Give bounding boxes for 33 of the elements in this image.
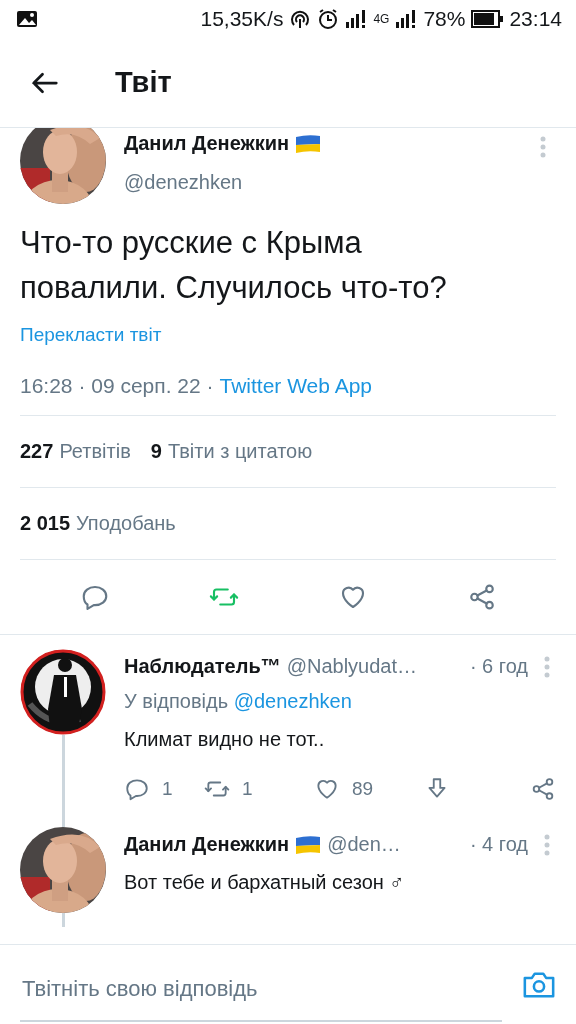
reply-time: · 6 год xyxy=(469,655,528,678)
author-handle: @den… xyxy=(327,833,402,856)
alarm-icon xyxy=(317,8,340,30)
network-type: 4G xyxy=(373,12,390,26)
reply-icon[interactable] xyxy=(124,776,150,802)
reply-text: Вот тебе и бархатный сезон ♂ xyxy=(124,870,406,894)
network-speed: 15,35K/s xyxy=(200,7,284,31)
author-name[interactable]: Данил Денежкин xyxy=(124,833,290,856)
tweet-timestamp: 16:28 · 09 серп. 22 · xyxy=(20,374,214,398)
battery-level: 78% xyxy=(423,7,466,31)
author-name[interactable]: Наблюдатель™ xyxy=(124,655,281,678)
signal-icon xyxy=(345,8,368,30)
author-handle: @denezhken xyxy=(124,171,244,194)
reply-input[interactable]: Твітніть свою відповідь xyxy=(20,957,502,1022)
tweet-text: Что-то русские с Крыма повалили. Случилось что-то? xyxy=(20,224,448,307)
stat-count[interactable]: 9 Твіти з цитатою xyxy=(150,440,313,463)
likes-count[interactable]: 2 015 Уподобань xyxy=(20,512,176,535)
share-icon[interactable] xyxy=(530,776,556,802)
reply-time: · 4 год xyxy=(469,833,528,856)
stat-count[interactable]: 227 Ретвітів xyxy=(20,440,131,463)
author-handle: @Nablyudat… xyxy=(286,655,419,678)
reply-text: Климат видно не тот.. xyxy=(124,727,326,751)
battery-icon xyxy=(471,10,504,28)
author-name[interactable]: Данил Денежкин xyxy=(124,132,290,155)
retweet-count: 1 xyxy=(242,778,253,800)
like-count: 89 xyxy=(352,778,374,800)
page-title: Твіт xyxy=(115,66,172,99)
image-icon xyxy=(16,8,38,30)
clock: 23:14 xyxy=(509,7,562,31)
reply-to-text: У відповідь @denezhken xyxy=(124,690,353,713)
hotspot-icon xyxy=(289,8,312,30)
reply-count: 1 xyxy=(162,778,173,800)
signal-icon xyxy=(395,8,418,30)
